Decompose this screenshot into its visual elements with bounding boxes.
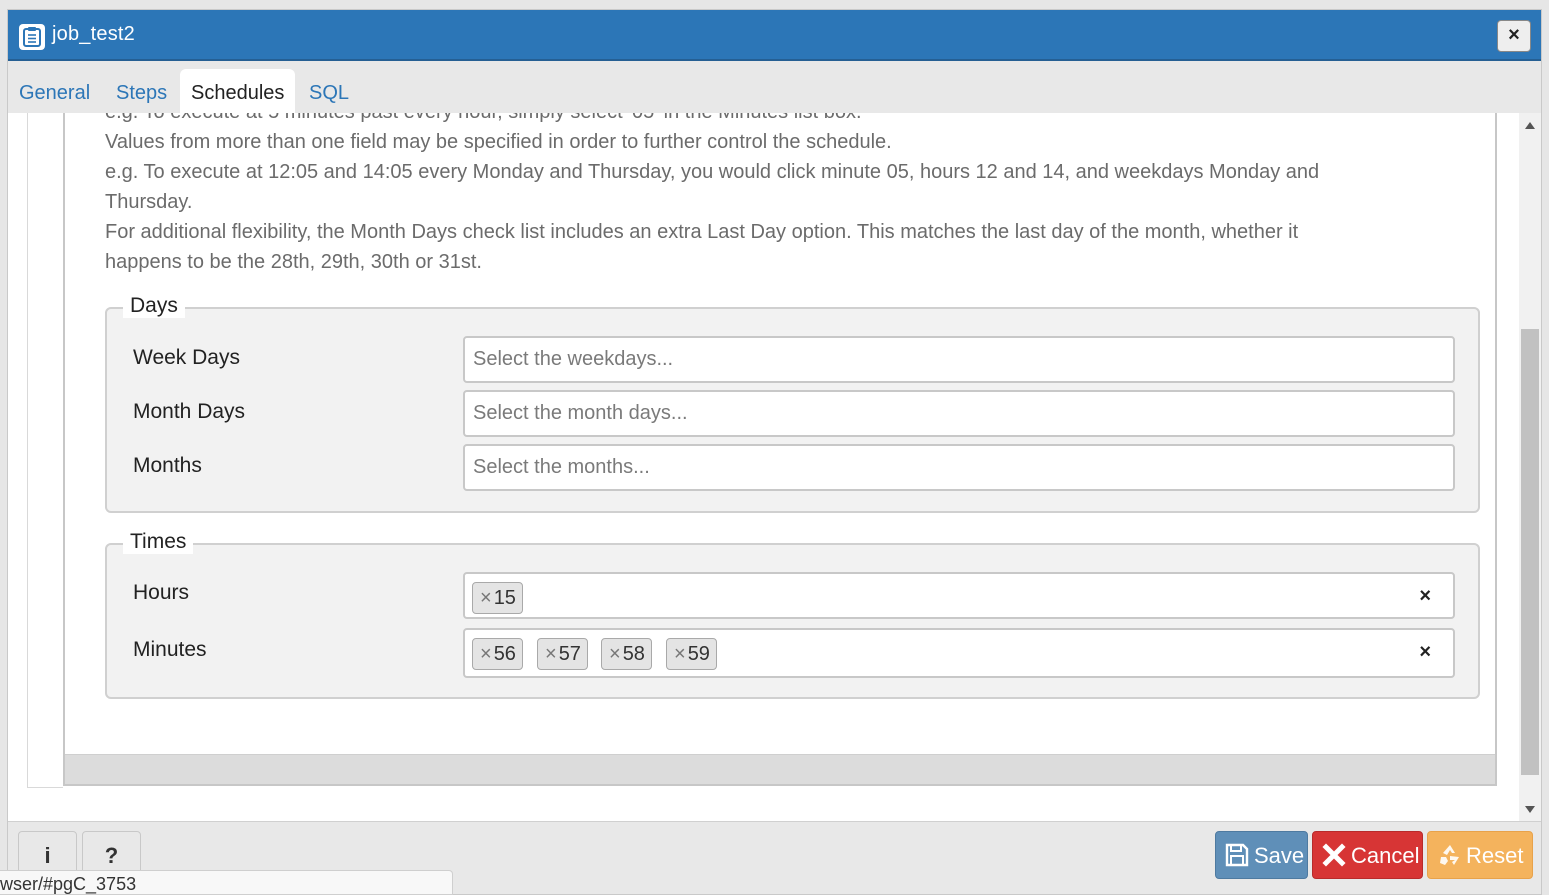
- panel-footer-strip: [65, 754, 1495, 784]
- times-legend: Times: [123, 530, 194, 554]
- save-label: Save: [1254, 843, 1305, 868]
- status-bar-url: wser/#pgC_3753: [0, 870, 453, 895]
- month-days-label: Month Days: [133, 400, 246, 423]
- hour-chip[interactable]: × 15: [472, 582, 523, 614]
- months-label: Months: [133, 454, 202, 477]
- help-text-line: e.g. To execute at 5 minutes past every …: [105, 113, 862, 124]
- vertical-scrollbar[interactable]: [1519, 113, 1541, 821]
- scroll-up-icon[interactable]: [1525, 122, 1535, 129]
- minute-chip[interactable]: × 58: [601, 638, 652, 670]
- week-days-placeholder: Select the weekdays...: [473, 348, 674, 370]
- scroll-down-icon[interactable]: [1525, 806, 1535, 813]
- scrollbar-thumb[interactable]: [1521, 329, 1539, 775]
- tab-sql[interactable]: SQL: [298, 69, 360, 114]
- tab-general[interactable]: General: [8, 69, 101, 114]
- floppy-disk-icon: [1225, 843, 1249, 867]
- save-button[interactable]: Save: [1215, 831, 1308, 879]
- minute-chip[interactable]: × 59: [666, 638, 717, 670]
- help-text-line: happens to be the 28th, 29th, 30th or 31…: [105, 251, 482, 273]
- chip-remove-icon[interactable]: ×: [545, 643, 557, 665]
- close-icon: [1322, 843, 1346, 867]
- chip-remove-icon[interactable]: ×: [674, 643, 686, 665]
- minutes-clear-button[interactable]: ×: [1419, 641, 1431, 664]
- help-text-line: e.g. To execute at 12:05 and 14:05 every…: [105, 161, 1320, 183]
- close-button[interactable]: ×: [1497, 20, 1531, 52]
- schedule-detail-content: e.g. To execute at 5 minutes past every …: [65, 113, 1495, 754]
- help-text-line: Values from more than one field may be s…: [105, 131, 892, 153]
- hours-clear-button[interactable]: ×: [1419, 585, 1431, 608]
- minute-chip[interactable]: × 57: [537, 638, 588, 670]
- hours-label: Hours: [133, 581, 190, 604]
- minutes-label: Minutes: [133, 638, 207, 661]
- months-placeholder: Select the months...: [473, 456, 650, 478]
- schedule-scroll-area: e.g. To execute at 5 minutes past every …: [8, 113, 1541, 821]
- tab-steps[interactable]: Steps: [105, 69, 178, 114]
- minute-chip[interactable]: × 56: [472, 638, 523, 670]
- schedule-detail-panel: e.g. To execute at 5 minutes past every …: [63, 113, 1497, 786]
- cancel-button[interactable]: Cancel: [1312, 831, 1423, 879]
- months-select[interactable]: Select the months...: [463, 444, 1455, 491]
- dialog-titlebar: job_test2 ×: [8, 10, 1541, 61]
- times-fieldset: Times Hours × 15 × Minutes × 56 × 57 × 58 × 5…: [105, 530, 1480, 699]
- recycle-icon: [1440, 845, 1459, 865]
- dialog: job_test2 × General Steps Schedules SQL …: [7, 9, 1542, 895]
- chip-remove-icon[interactable]: ×: [480, 643, 492, 665]
- reset-label: Reset: [1466, 843, 1524, 868]
- reset-button[interactable]: Reset: [1427, 831, 1533, 879]
- clipboard-icon: [19, 24, 45, 50]
- days-legend: Days: [123, 294, 185, 318]
- week-days-label: Week Days: [133, 346, 240, 369]
- month-days-select[interactable]: Select the month days...: [463, 390, 1455, 437]
- month-days-placeholder: Select the month days...: [473, 402, 688, 424]
- week-days-select[interactable]: Select the weekdays...: [463, 336, 1455, 383]
- help-text-line: Thursday.: [105, 191, 193, 213]
- tab-schedules[interactable]: Schedules: [180, 69, 296, 114]
- help-text-line: For additional flexibility, the Month Da…: [105, 221, 1299, 243]
- chip-remove-icon[interactable]: ×: [609, 643, 621, 665]
- tab-bar: General Steps Schedules SQL: [8, 61, 1541, 114]
- hours-select[interactable]: × 15 ×: [463, 572, 1455, 619]
- schedule-list-frame: [27, 113, 63, 788]
- chip-remove-icon[interactable]: ×: [480, 587, 492, 609]
- days-fieldset: Days Week Days Select the weekdays... Mo…: [105, 294, 1480, 513]
- minutes-select[interactable]: × 56 × 57 × 58 × 59 ×: [463, 628, 1455, 678]
- dialog-title: job_test2: [52, 23, 135, 45]
- cancel-label: Cancel: [1351, 843, 1420, 868]
